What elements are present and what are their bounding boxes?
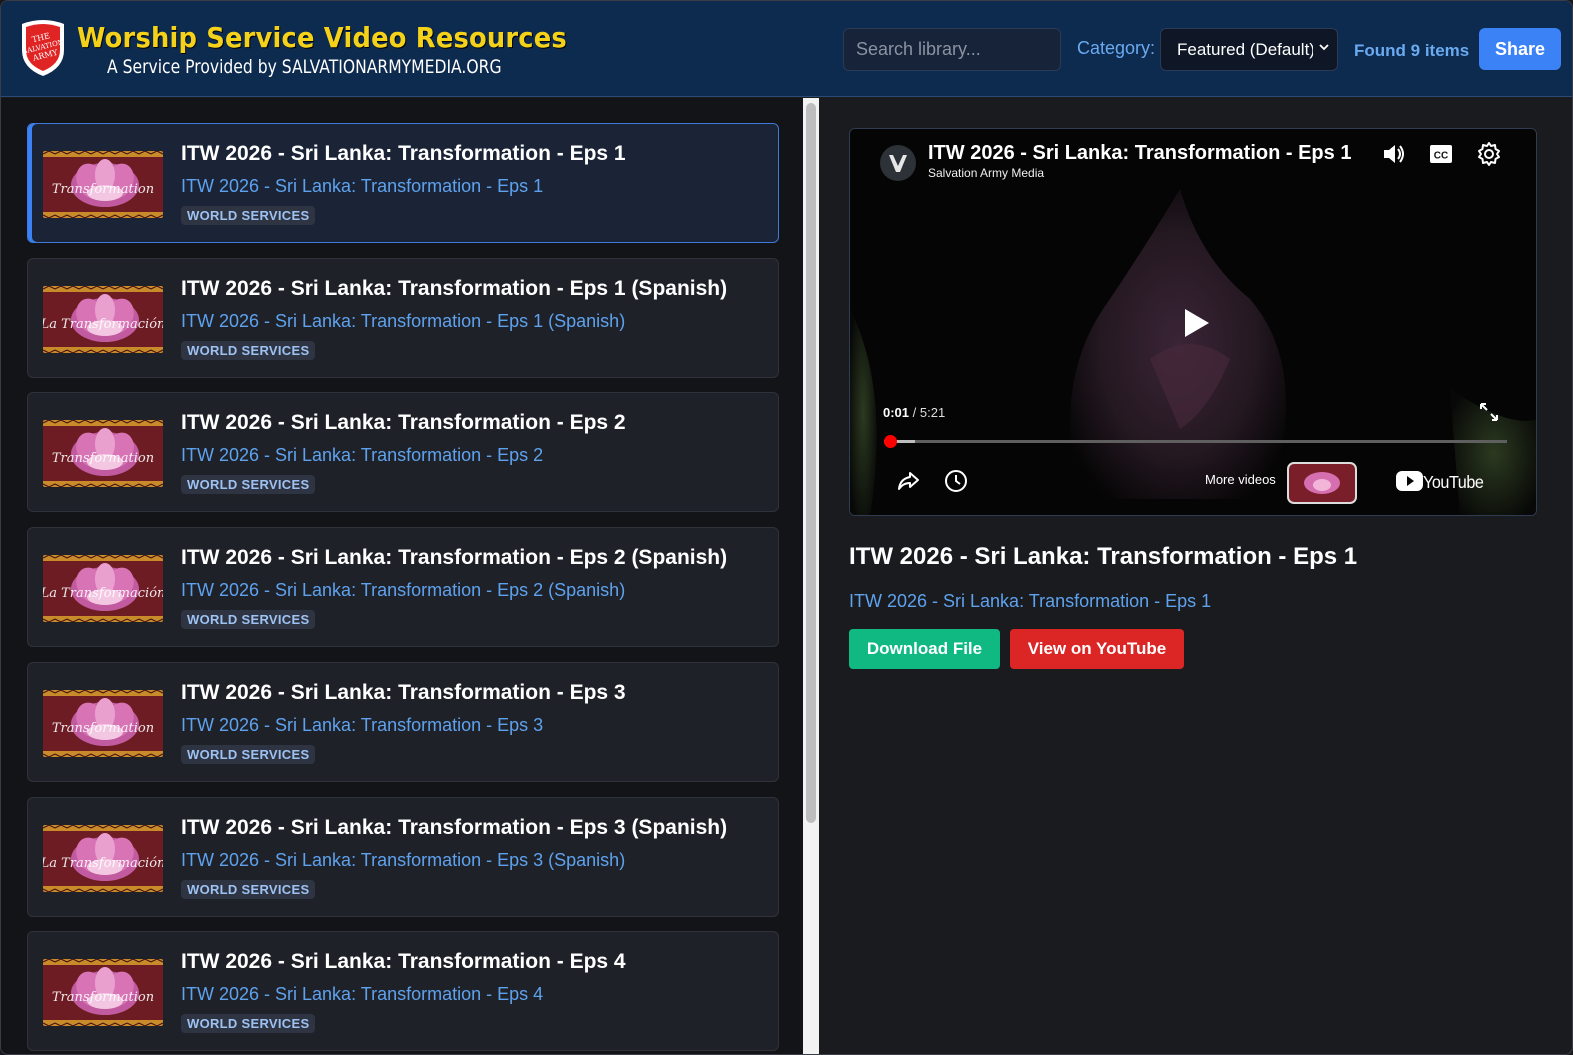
category-badge: WORLD SERVICES [181,206,316,225]
category-label: Category: [1077,38,1156,58]
share-button[interactable]: Share [1479,28,1561,70]
category-badge: WORLD SERVICES [181,341,316,360]
more-videos-thumbnail[interactable] [1287,462,1357,504]
video-item-title: ITW 2026 - Sri Lanka: Transformation - E… [181,411,626,434]
thumbnail-caption: Transformation [52,721,154,736]
play-icon[interactable] [1178,305,1214,341]
watch-later-clock-icon[interactable] [943,468,969,494]
thumbnail-caption: La Transformación [43,586,163,601]
video-thumbnail: Transformation [43,690,163,757]
video-list-item[interactable]: La Transformación ITW 2026 - Sri Lanka: T… [27,258,779,378]
channel-avatar-icon[interactable] [879,144,917,182]
video-player[interactable]: ITW 2026 - Sri Lanka: Transformation - E… [849,128,1537,516]
download-file-button[interactable]: Download File [849,629,1000,669]
progress-scrubber-handle[interactable] [884,435,897,448]
list-scrollbar-thumb[interactable] [806,103,816,823]
closed-captions-icon[interactable]: CC [1429,142,1453,166]
video-item-title: ITW 2026 - Sri Lanka: Transformation - E… [181,950,626,973]
app-window: THE SALVATION ARMY Worship Service Video… [0,0,1573,1055]
video-thumbnail: Transformation [43,420,163,487]
thumbnail-caption: Transformation [52,990,154,1005]
player-video-title[interactable]: ITW 2026 - Sri Lanka: Transformation - E… [928,142,1351,165]
category-selected-value: Featured (Default) [1177,39,1313,59]
search-input[interactable] [843,28,1061,71]
fullscreen-icon[interactable] [1477,400,1501,424]
thumbnail-caption: La Transformación [43,317,163,332]
video-item-subtitle: ITW 2026 - Sri Lanka: Transformation - E… [181,580,626,600]
video-item-title: ITW 2026 - Sri Lanka: Transformation - E… [181,142,626,165]
youtube-logo-text: YouTube [1423,472,1483,492]
category-badge: WORLD SERVICES [181,475,316,494]
video-list-item[interactable]: Transformation ITW 2026 - Sri Lanka: Tran… [27,931,779,1051]
video-list-item[interactable]: La Transformación ITW 2026 - Sri Lanka: T… [27,797,779,917]
category-badge: WORLD SERVICES [181,880,316,899]
progress-track[interactable] [884,440,1507,443]
volume-icon[interactable] [1381,141,1407,167]
selected-video-title: ITW 2026 - Sri Lanka: Transformation - E… [849,543,1358,570]
video-item-subtitle: ITW 2026 - Sri Lanka: Transformation - E… [181,850,626,870]
video-item-title: ITW 2026 - Sri Lanka: Transformation - E… [181,277,728,300]
duration: / 5:21 [912,405,946,420]
category-select[interactable]: Featured (Default) [1160,28,1338,71]
thumbnail-caption: La Transformación [43,856,163,871]
thumbnail-caption: Transformation [52,182,154,197]
video-thumbnail: La Transformación [43,286,163,353]
salvation-army-shield-logo: THE SALVATION ARMY [22,20,65,76]
video-item-subtitle: ITW 2026 - Sri Lanka: Transformation - E… [181,715,544,735]
video-item-subtitle: ITW 2026 - Sri Lanka: Transformation - E… [181,445,544,465]
site-subtitle: A Service Provided by SALVATIONARMYMEDIA… [107,56,502,78]
closed-captions-label: CC [1434,151,1448,162]
video-thumbnail: Transformation [43,151,163,218]
video-thumbnail: La Transformación [43,825,163,892]
video-item-subtitle: ITW 2026 - Sri Lanka: Transformation - E… [181,984,544,1004]
category-badge: WORLD SERVICES [181,1014,316,1033]
video-item-title: ITW 2026 - Sri Lanka: Transformation - E… [181,681,626,704]
player-time: 0:01 / 5:21 [883,405,945,420]
video-list-item[interactable]: Transformation ITW 2026 - Sri Lanka: Tran… [27,123,779,243]
current-time: 0:01 [883,405,910,420]
video-list-item[interactable]: Transformation ITW 2026 - Sri Lanka: Tran… [27,392,779,512]
youtube-logo[interactable]: YouTube [1396,469,1484,493]
video-thumbnail: Transformation [43,959,163,1026]
category-badge: WORLD SERVICES [181,610,316,629]
chevron-down-icon [1319,44,1329,51]
player-channel-name[interactable]: Salvation Army Media [928,166,1044,180]
thumbnail-caption: Transformation [52,451,154,466]
category-badge: WORLD SERVICES [181,745,316,764]
video-thumbnail: La Transformación [43,555,163,622]
video-item-title: ITW 2026 - Sri Lanka: Transformation - E… [181,546,728,569]
video-item-title: ITW 2026 - Sri Lanka: Transformation - E… [181,816,728,839]
more-videos-label[interactable]: More videos [1205,472,1276,487]
site-title: Worship Service Video Resources [77,21,567,54]
video-item-subtitle: ITW 2026 - Sri Lanka: Transformation - E… [181,311,626,331]
settings-gear-icon[interactable] [1476,141,1502,167]
header-bar: THE SALVATION ARMY Worship Service Video… [1,1,1572,97]
view-on-youtube-button[interactable]: View on YouTube [1010,629,1184,669]
results-count: Found 9 items [1354,41,1470,60]
video-item-subtitle: ITW 2026 - Sri Lanka: Transformation - E… [181,176,544,196]
video-list-item[interactable]: Transformation ITW 2026 - Sri Lanka: Tran… [27,662,779,782]
video-list-item[interactable]: La Transformación ITW 2026 - Sri Lanka: T… [27,527,779,647]
selected-video-subtitle: ITW 2026 - Sri Lanka: Transformation - E… [849,591,1212,611]
share-arrow-icon[interactable] [895,468,921,494]
